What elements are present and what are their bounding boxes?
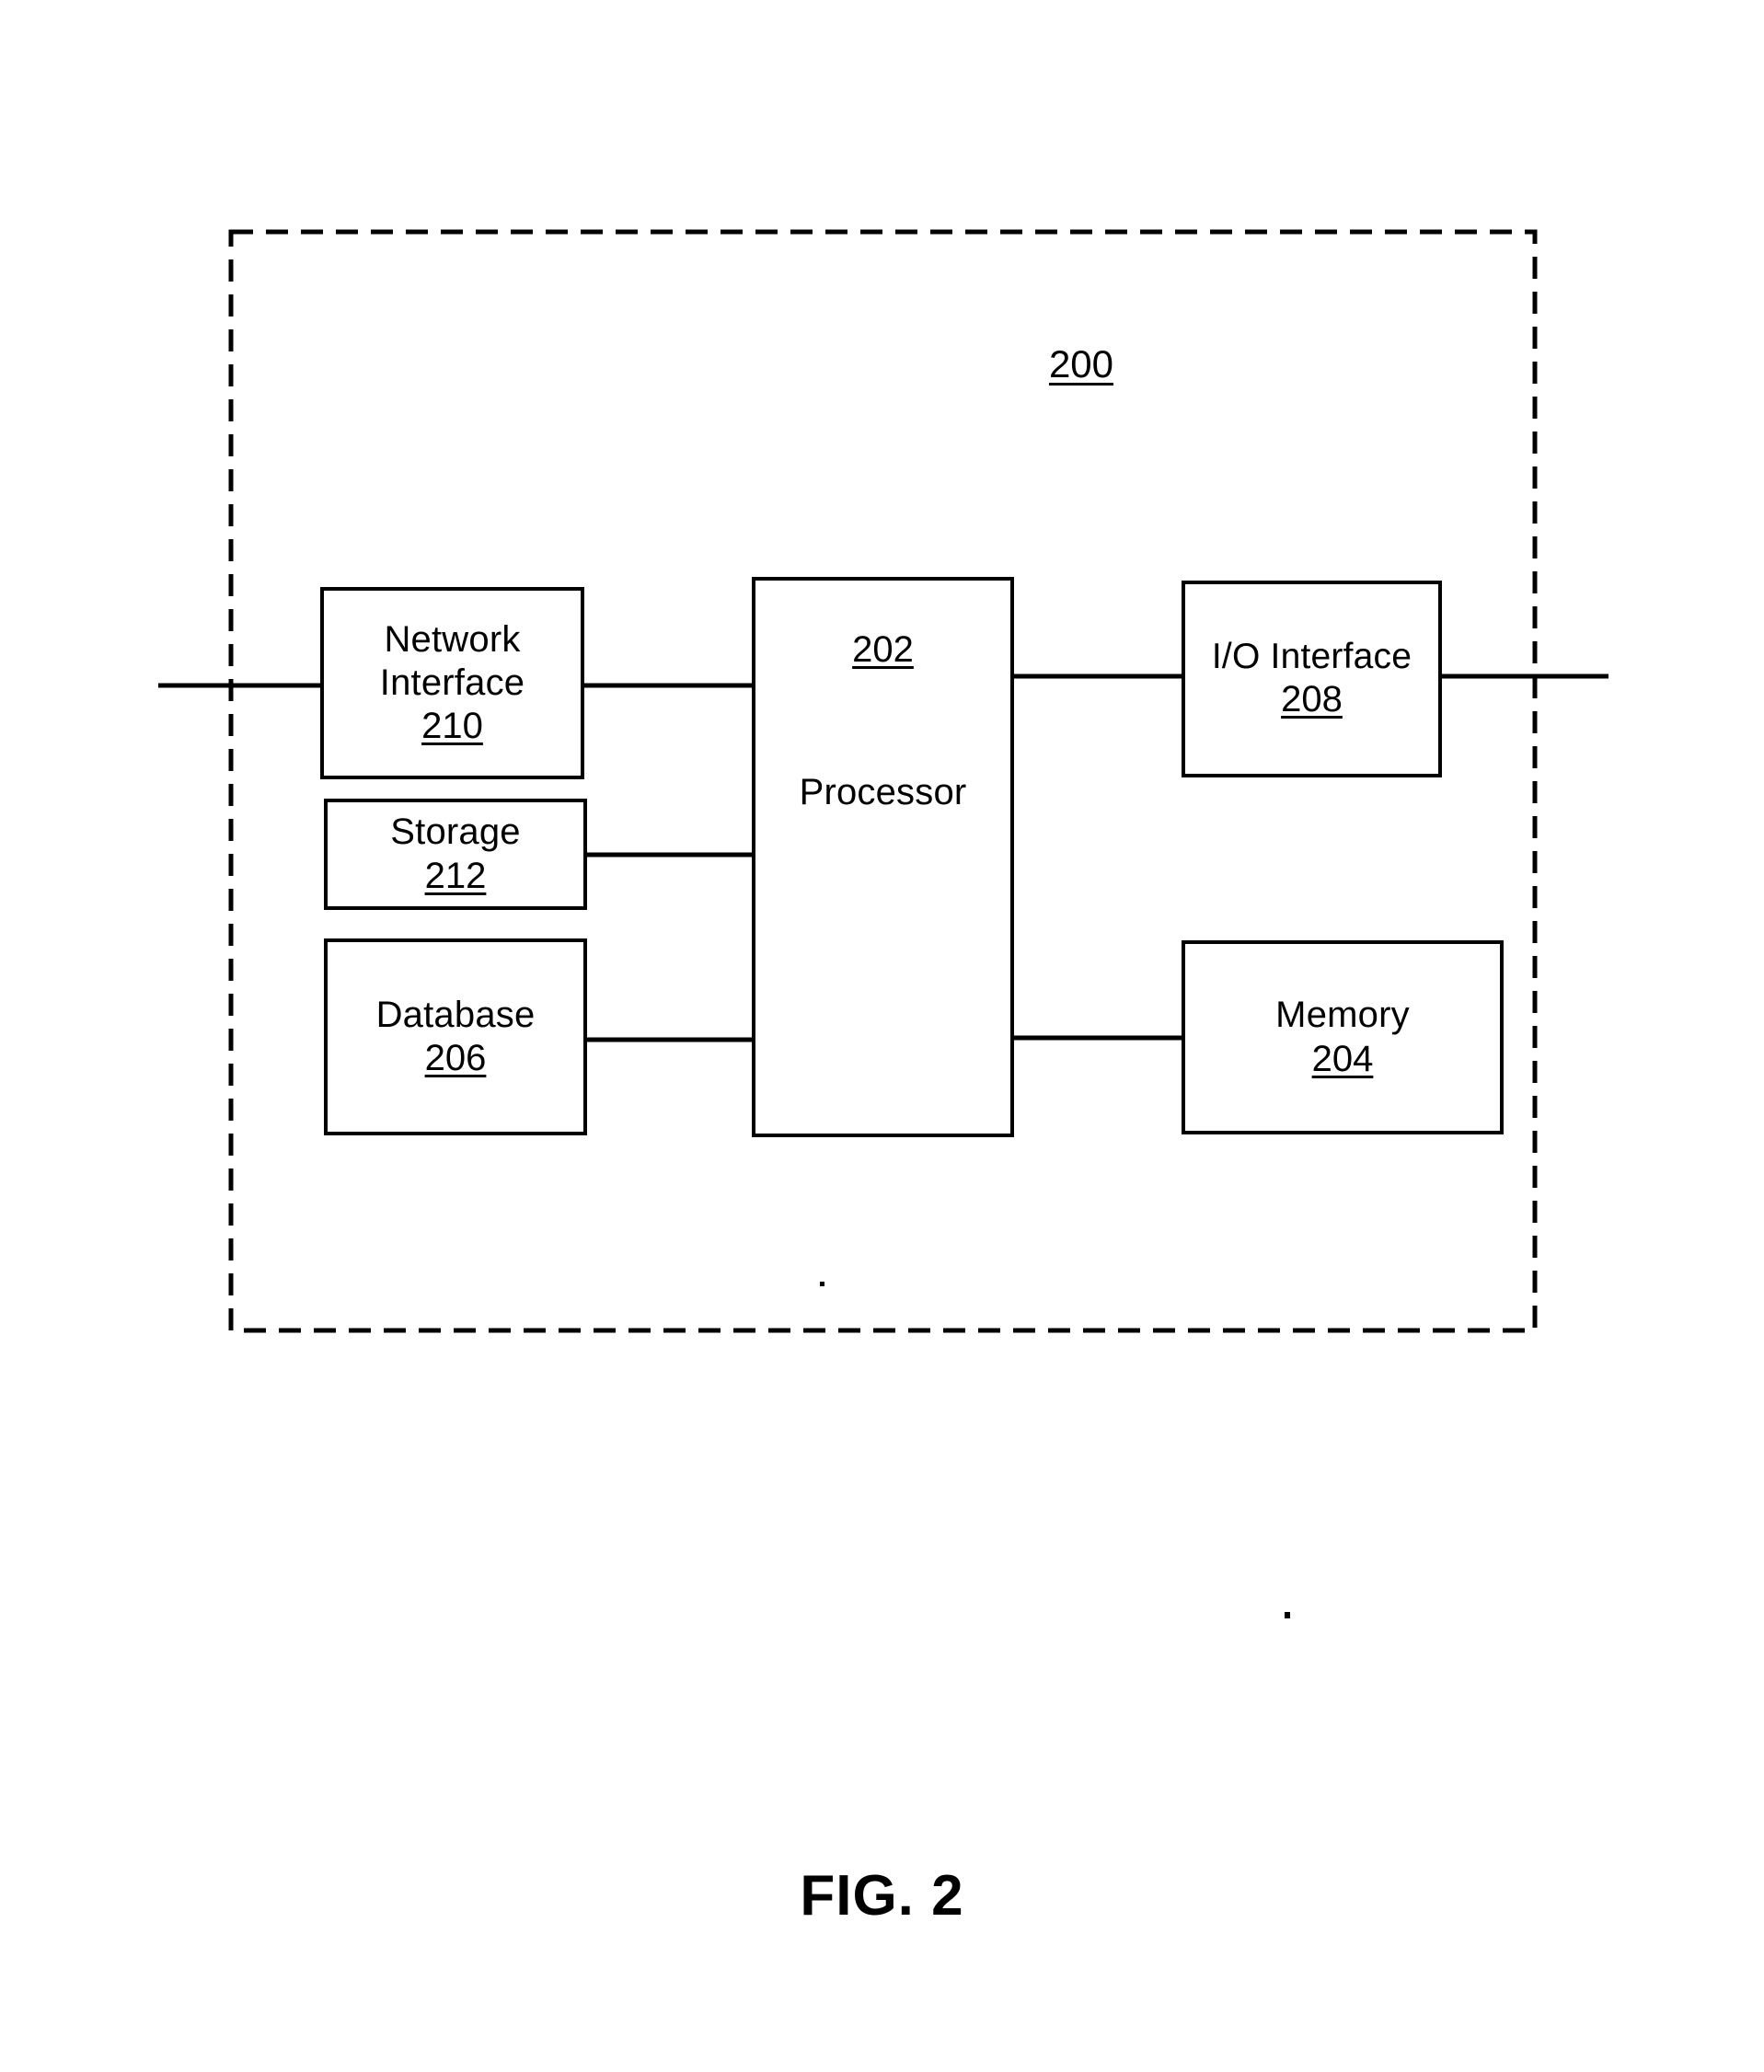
block-io-interface-reference: 208 [1281,679,1343,720]
system-reference-numeral: 200 [1048,342,1114,386]
block-database-label: Database [375,994,536,1035]
block-network-interface-label-line2: Interface [379,662,525,703]
block-storage: Storage 212 [324,799,587,910]
block-io-interface: I/O Interface 208 [1182,581,1442,777]
block-storage-reference: 212 [424,855,487,896]
block-network-interface-reference: 210 [421,706,483,747]
block-processor-label: Processor [799,772,967,813]
block-storage-label: Storage [390,812,521,853]
figure-caption: FIG. 2 [800,1864,964,1928]
patent-figure: 200 Network Interface 210 Storage 212 Da… [0,0,1764,2072]
scan-speck-artifact [820,1282,824,1286]
block-network-interface: Network Interface 210 [320,587,584,779]
block-io-interface-label: I/O Interface [1211,637,1412,677]
block-memory-label: Memory [1275,995,1410,1036]
block-processor: 202 Processor [752,577,1014,1137]
block-network-interface-label-line1: Network [384,618,521,660]
scan-speck-artifact [1285,1612,1290,1618]
block-database: Database 206 [324,938,587,1135]
block-processor-reference: 202 [852,629,914,670]
block-memory: Memory 204 [1182,940,1504,1134]
block-memory-reference: 204 [1311,1038,1374,1079]
block-database-reference: 206 [424,1038,487,1078]
